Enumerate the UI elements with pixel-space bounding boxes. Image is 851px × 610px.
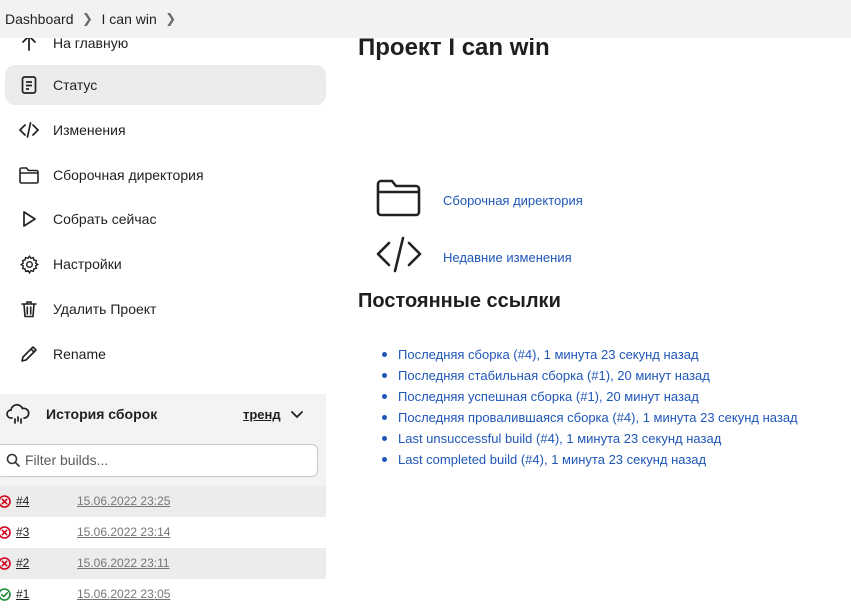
- gear-icon: [18, 253, 40, 275]
- page-title: Проект I can win: [358, 34, 550, 61]
- permalink[interactable]: Последняя успешная сборка (#1), 20 минут…: [398, 389, 699, 404]
- permalink[interactable]: Последняя провалившаяся сборка (#4), 1 м…: [398, 410, 798, 425]
- permalink[interactable]: Последняя сборка (#4), 1 минута 23 секун…: [398, 347, 699, 362]
- document-icon: [18, 74, 40, 96]
- build-number-link[interactable]: #2: [16, 556, 29, 570]
- workspace-link[interactable]: Сборочная директория: [443, 193, 583, 208]
- permalink[interactable]: Последняя стабильная сборка (#1), 20 мин…: [398, 368, 710, 383]
- chevron-right-icon: ❯: [82, 11, 93, 26]
- sidebar-item-status[interactable]: Статус: [5, 65, 326, 105]
- breadcrumb: Dashboard ❯ I can win ❯: [0, 0, 851, 38]
- build-history: История сборок тренд #4 15.06.2022 23:25…: [0, 394, 326, 610]
- sidebar-item-settings[interactable]: Настройки: [5, 244, 326, 284]
- sidebar-item-changes[interactable]: Изменения: [5, 110, 326, 150]
- chevron-right-icon[interactable]: ❯: [157, 11, 185, 27]
- sidebar-item-label: Изменения: [53, 122, 126, 138]
- cloud-rain-icon: [5, 403, 31, 432]
- filter-builds-input[interactable]: [25, 452, 305, 468]
- permalink[interactable]: Last unsuccessful build (#4), 1 минута 2…: [398, 431, 721, 446]
- chevron-down-icon[interactable]: [290, 407, 304, 426]
- list-item: Last unsuccessful build (#4), 1 минута 2…: [380, 430, 798, 451]
- sidebar-item-label: Сборочная директория: [53, 167, 204, 183]
- list-item: Последняя стабильная сборка (#1), 20 мин…: [380, 367, 798, 388]
- list-item: Последняя провалившаяся сборка (#4), 1 м…: [380, 409, 798, 430]
- trash-icon: [18, 298, 40, 320]
- sidebar-item-label: Собрать сейчас: [53, 211, 157, 227]
- breadcrumb-project[interactable]: I can win: [102, 11, 157, 27]
- build-date-link[interactable]: 15.06.2022 23:11: [77, 556, 170, 570]
- list-item: Последняя успешная сборка (#1), 20 минут…: [380, 388, 798, 409]
- folder-icon: [18, 164, 40, 186]
- build-row[interactable]: #3 15.06.2022 23:14: [0, 517, 326, 548]
- main-content: Проект I can win Сборочная директория Не…: [340, 34, 851, 601]
- code-icon: [375, 235, 423, 280]
- failed-status-icon: [0, 526, 11, 542]
- permalink[interactable]: Last completed build (#4), 1 минута 23 с…: [398, 452, 706, 467]
- pencil-icon: [18, 343, 40, 365]
- sidebar-item-label: Rename: [53, 346, 106, 362]
- build-date-link[interactable]: 15.06.2022 23:05: [77, 587, 170, 601]
- sidebar-item-label: Удалить Проект: [53, 301, 157, 317]
- build-history-title: История сборок: [46, 406, 158, 422]
- build-number-link[interactable]: #3: [16, 525, 29, 539]
- recent-changes-link[interactable]: Недавние изменения: [443, 250, 572, 265]
- build-row[interactable]: #1 15.06.2022 23:05: [0, 579, 326, 610]
- search-icon: [6, 453, 20, 472]
- sidebar-item-workspace[interactable]: Сборочная директория: [5, 155, 326, 195]
- build-row[interactable]: #2 15.06.2022 23:11: [0, 548, 326, 579]
- filter-builds-box: [0, 444, 318, 477]
- build-history-header: История сборок тренд: [0, 394, 326, 436]
- list-item: Последняя сборка (#4), 1 минута 23 секун…: [380, 346, 798, 367]
- breadcrumb-dashboard[interactable]: Dashboard: [5, 11, 74, 27]
- sidebar-item-label: Статус: [53, 77, 98, 93]
- build-date-link[interactable]: 15.06.2022 23:25: [77, 494, 170, 508]
- sidebar-item-label: Настройки: [53, 256, 122, 272]
- success-status-icon: [0, 588, 11, 604]
- failed-status-icon: [0, 495, 11, 511]
- build-row[interactable]: #4 15.06.2022 23:25: [0, 486, 326, 517]
- trend-link[interactable]: тренд: [243, 407, 281, 422]
- code-icon: [18, 119, 40, 141]
- sidebar-item-delete-project[interactable]: Удалить Проект: [5, 289, 326, 329]
- play-icon: [18, 208, 40, 230]
- failed-status-icon: [0, 557, 11, 573]
- list-item: Last completed build (#4), 1 минута 23 с…: [380, 451, 798, 472]
- permalinks-list: Последняя сборка (#4), 1 минута 23 секун…: [380, 346, 798, 472]
- permalinks-heading: Постоянные ссылки: [358, 290, 561, 312]
- build-number-link[interactable]: #1: [16, 587, 29, 601]
- folder-icon: [375, 178, 423, 223]
- build-number-link[interactable]: #4: [16, 494, 29, 508]
- build-date-link[interactable]: 15.06.2022 23:14: [77, 525, 170, 539]
- sidebar-item-build-now[interactable]: Собрать сейчас: [5, 199, 326, 239]
- sidebar-item-rename[interactable]: Rename: [5, 334, 326, 374]
